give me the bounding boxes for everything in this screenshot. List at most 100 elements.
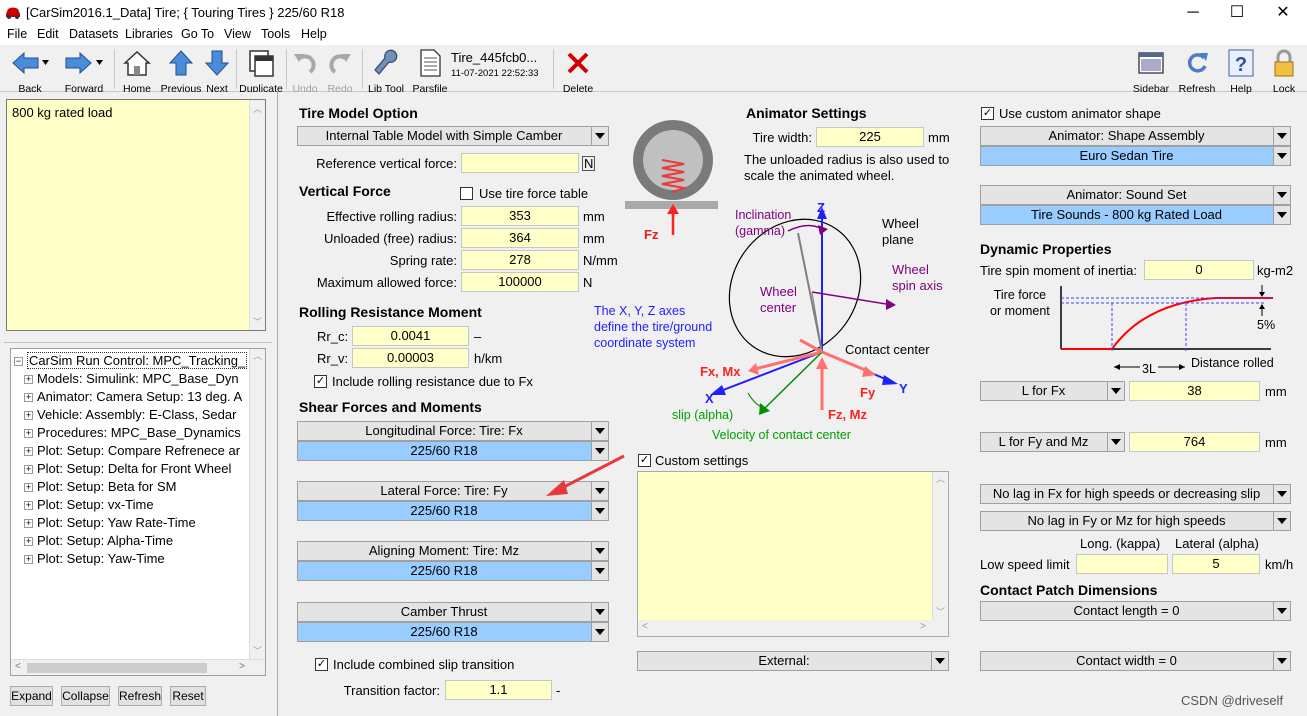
next-button[interactable]: Next xyxy=(202,48,232,95)
back-button[interactable]: Back xyxy=(6,48,54,95)
tree-root-item[interactable]: − CarSim Run Control: MPC_Tracking_ xyxy=(14,352,248,370)
custom-settings-hscroll[interactable]: < > xyxy=(638,620,948,636)
shear-group-value-dropdown[interactable]: 225/60 R18 xyxy=(297,561,609,581)
parsfile-button[interactable]: Parsfile xyxy=(410,48,450,95)
transition-factor-input[interactable]: 1.1 xyxy=(445,680,552,700)
tire-width-input[interactable]: 225 xyxy=(816,127,924,147)
menu-edit[interactable]: Edit xyxy=(37,27,59,41)
maximize-button[interactable]: ☐ xyxy=(1214,0,1260,26)
shear-group-dropdown[interactable]: Aligning Moment: Tire: Mz xyxy=(297,541,609,561)
tree-item[interactable]: + Models: Simulink: MPC_Base_Dyn xyxy=(24,370,239,388)
collapse-button[interactable]: Collapse xyxy=(61,686,110,706)
menu-go-to[interactable]: Go To xyxy=(181,27,214,41)
tree-horizontal-scrollbar[interactable]: < > xyxy=(11,659,265,675)
shear-group-value-dropdown[interactable]: 225/60 R18 xyxy=(297,622,609,642)
lag-fx-dropdown[interactable]: No lag in Fx for high speeds or decreasi… xyxy=(980,484,1291,504)
duplicate-button[interactable]: Duplicate xyxy=(239,48,283,95)
tree-expand-icon[interactable]: + xyxy=(24,429,33,439)
contact-length-dropdown[interactable]: Contact length = 0 xyxy=(980,601,1291,621)
l-for-fy-dropdown[interactable]: L for Fy and Mz xyxy=(980,432,1125,452)
close-button[interactable]: ✕ xyxy=(1260,0,1306,26)
previous-button[interactable]: Previous xyxy=(160,48,202,95)
lib-tool-button[interactable]: Lib Tool xyxy=(366,48,406,95)
menu-file[interactable]: File xyxy=(7,27,27,41)
help-button[interactable]: ? Help xyxy=(1225,48,1257,95)
shear-group-dropdown[interactable]: Longitudinal Force: Tire: Fx xyxy=(297,421,609,441)
tree-item[interactable]: + Vehicle: Assembly: E-Class, Sedar xyxy=(24,406,236,424)
menu-tools[interactable]: Tools xyxy=(261,27,290,41)
menu-libraries[interactable]: Libraries xyxy=(125,27,173,41)
lag-fy-dropdown[interactable]: No lag in Fy or Mz for high speeds xyxy=(980,511,1291,531)
tire-model-dropdown[interactable]: Internal Table Model with Simple Camber xyxy=(297,126,609,146)
custom-settings-vscroll[interactable]: ︿ ﹀ xyxy=(932,472,948,620)
tree-item[interactable]: + Plot: Setup: Alpha-Time xyxy=(24,532,173,550)
tree-item[interactable]: + Procedures: MPC_Base_Dynamics xyxy=(24,424,241,442)
custom-settings-textarea[interactable]: ︿ ﹀ < > xyxy=(637,471,949,637)
redo-button[interactable]: Redo xyxy=(325,48,355,95)
vertical-force-input[interactable]: 364 xyxy=(461,228,579,248)
expand-button[interactable]: Expand xyxy=(10,686,53,706)
custom-settings-checkbox[interactable]: ✓ xyxy=(638,454,651,467)
rolling-resistance-input[interactable]: 0.00003 xyxy=(352,348,469,368)
use-tire-force-table-checkbox[interactable] xyxy=(460,187,473,200)
tree-expand-icon[interactable]: + xyxy=(24,411,33,421)
vertical-force-input[interactable]: 100000 xyxy=(461,272,579,292)
reset-button[interactable]: Reset xyxy=(170,686,206,706)
tree-item[interactable]: + Plot: Setup: Delta for Front Wheel xyxy=(24,460,231,478)
external-dropdown[interactable]: External: xyxy=(637,651,949,671)
vertical-force-input[interactable]: 278 xyxy=(461,250,579,270)
low-speed-long-input[interactable] xyxy=(1076,554,1168,574)
include-rolling-resistance-checkbox[interactable]: ✓ xyxy=(314,375,327,388)
notes-textarea[interactable]: 800 kg rated load ︿ ﹀ xyxy=(6,99,266,331)
tree-expand-icon[interactable]: + xyxy=(24,393,33,403)
animator-shape-value-dropdown[interactable]: Euro Sedan Tire xyxy=(980,146,1291,166)
contact-width-dropdown[interactable]: Contact width = 0 xyxy=(980,651,1291,671)
tree-refresh-button[interactable]: Refresh xyxy=(118,686,162,706)
delete-button[interactable]: Delete xyxy=(560,48,596,95)
reference-vertical-force-input[interactable] xyxy=(461,153,579,173)
animator-shape-dropdown[interactable]: Animator: Shape Assembly xyxy=(980,126,1291,146)
tree-expand-icon[interactable]: + xyxy=(24,537,33,547)
tree-collapse-icon[interactable]: − xyxy=(14,357,23,367)
undo-button[interactable]: Undo xyxy=(290,48,320,95)
refresh-button[interactable]: Refresh xyxy=(1178,48,1216,95)
l-for-fy-input[interactable]: 764 xyxy=(1129,432,1260,452)
tree-expand-icon[interactable]: + xyxy=(24,483,33,493)
tree-item[interactable]: + Plot: Setup: vx-Time xyxy=(24,496,154,514)
tree-expand-icon[interactable]: + xyxy=(24,465,33,475)
vertical-force-input[interactable]: 353 xyxy=(461,206,579,226)
home-button[interactable]: Home xyxy=(120,48,154,95)
l-for-fx-input[interactable]: 38 xyxy=(1129,381,1260,401)
tree-expand-icon[interactable]: + xyxy=(24,447,33,457)
tree-item[interactable]: + Plot: Setup: Compare Refrenece ar xyxy=(24,442,240,460)
menu-datasets[interactable]: Datasets xyxy=(69,27,118,41)
tree-expand-icon[interactable]: + xyxy=(24,501,33,511)
lock-button[interactable]: Lock xyxy=(1267,48,1301,95)
tree-vertical-scrollbar[interactable]: ︿ ﹀ xyxy=(249,349,265,659)
tree-expand-icon[interactable]: + xyxy=(24,375,33,385)
low-speed-lat-input[interactable]: 5 xyxy=(1172,554,1260,574)
menu-help[interactable]: Help xyxy=(301,27,327,41)
sidebar-button[interactable]: Sidebar xyxy=(1130,48,1172,95)
tree-item[interactable]: + Plot: Setup: Yaw Rate-Time xyxy=(24,514,196,532)
spin-inertia-input[interactable]: 0 xyxy=(1144,260,1254,280)
l-for-fx-dropdown[interactable]: L for Fx xyxy=(980,381,1125,401)
menu-view[interactable]: View xyxy=(224,27,251,41)
forward-button[interactable]: Forward xyxy=(60,48,108,95)
tree-expand-icon[interactable]: + xyxy=(24,555,33,565)
animator-sound-value-dropdown[interactable]: Tire Sounds - 800 kg Rated Load xyxy=(980,205,1291,225)
notes-scrollbar[interactable]: ︿ ﹀ xyxy=(249,100,265,330)
run-control-tree[interactable]: − CarSim Run Control: MPC_Tracking_ + Mode… xyxy=(10,348,266,676)
tree-item[interactable]: + Plot: Setup: Yaw-Time xyxy=(24,550,165,568)
animator-sound-dropdown[interactable]: Animator: Sound Set xyxy=(980,185,1291,205)
shear-group-dropdown[interactable]: Camber Thrust xyxy=(297,602,609,622)
minimize-button[interactable]: ─ xyxy=(1170,0,1216,26)
use-custom-animator-checkbox[interactable]: ✓ xyxy=(981,107,994,120)
include-combined-slip-checkbox[interactable]: ✓ xyxy=(315,658,328,671)
tree-item[interactable]: + Plot: Setup: Beta for SM xyxy=(24,478,176,496)
tree-hscroll-thumb[interactable] xyxy=(27,663,207,673)
rolling-resistance-input[interactable]: 0.0041 xyxy=(352,326,469,346)
tree-expand-icon[interactable]: + xyxy=(24,519,33,529)
tree-item[interactable]: + Animator: Camera Setup: 13 deg. A xyxy=(24,388,242,406)
shear-group-value-dropdown[interactable]: 225/60 R18 xyxy=(297,501,609,521)
